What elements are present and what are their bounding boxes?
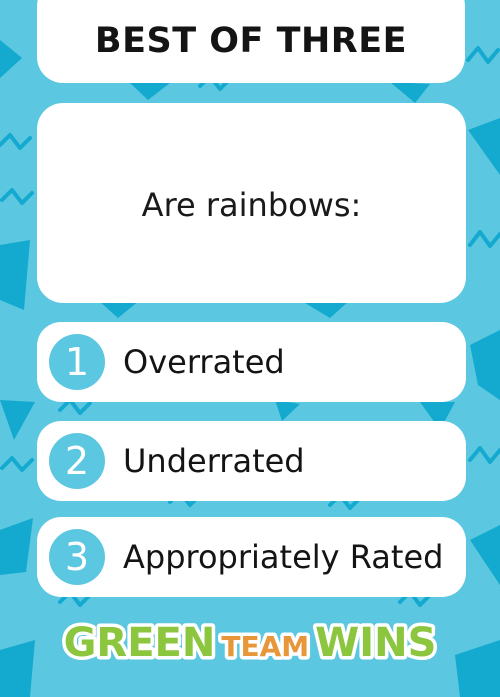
option-number-badge: 2 [49, 433, 105, 489]
card-title: BEST OF THREE [94, 21, 408, 61]
option-label: Underrated [123, 442, 305, 480]
title-card: BEST OF THREE [37, 0, 465, 83]
option-3[interactable]: 3 Appropriately Rated [37, 517, 466, 597]
option-label: Appropriately Rated [123, 538, 444, 576]
option-number-badge: 3 [49, 529, 105, 585]
option-1[interactable]: 1 Overrated [37, 322, 466, 402]
svg-text:GREENTEAMWINS: GREEN TEAM WINS [64, 620, 437, 666]
question-card: Are rainbows: [37, 103, 466, 303]
green-team-wins-logo: GREEN TEAM WINS [60, 617, 440, 670]
option-2[interactable]: 2 Underrated [37, 421, 466, 501]
option-label: Overrated [123, 343, 285, 381]
option-number-badge: 1 [49, 334, 105, 390]
question-text: Are rainbows: [141, 186, 362, 224]
